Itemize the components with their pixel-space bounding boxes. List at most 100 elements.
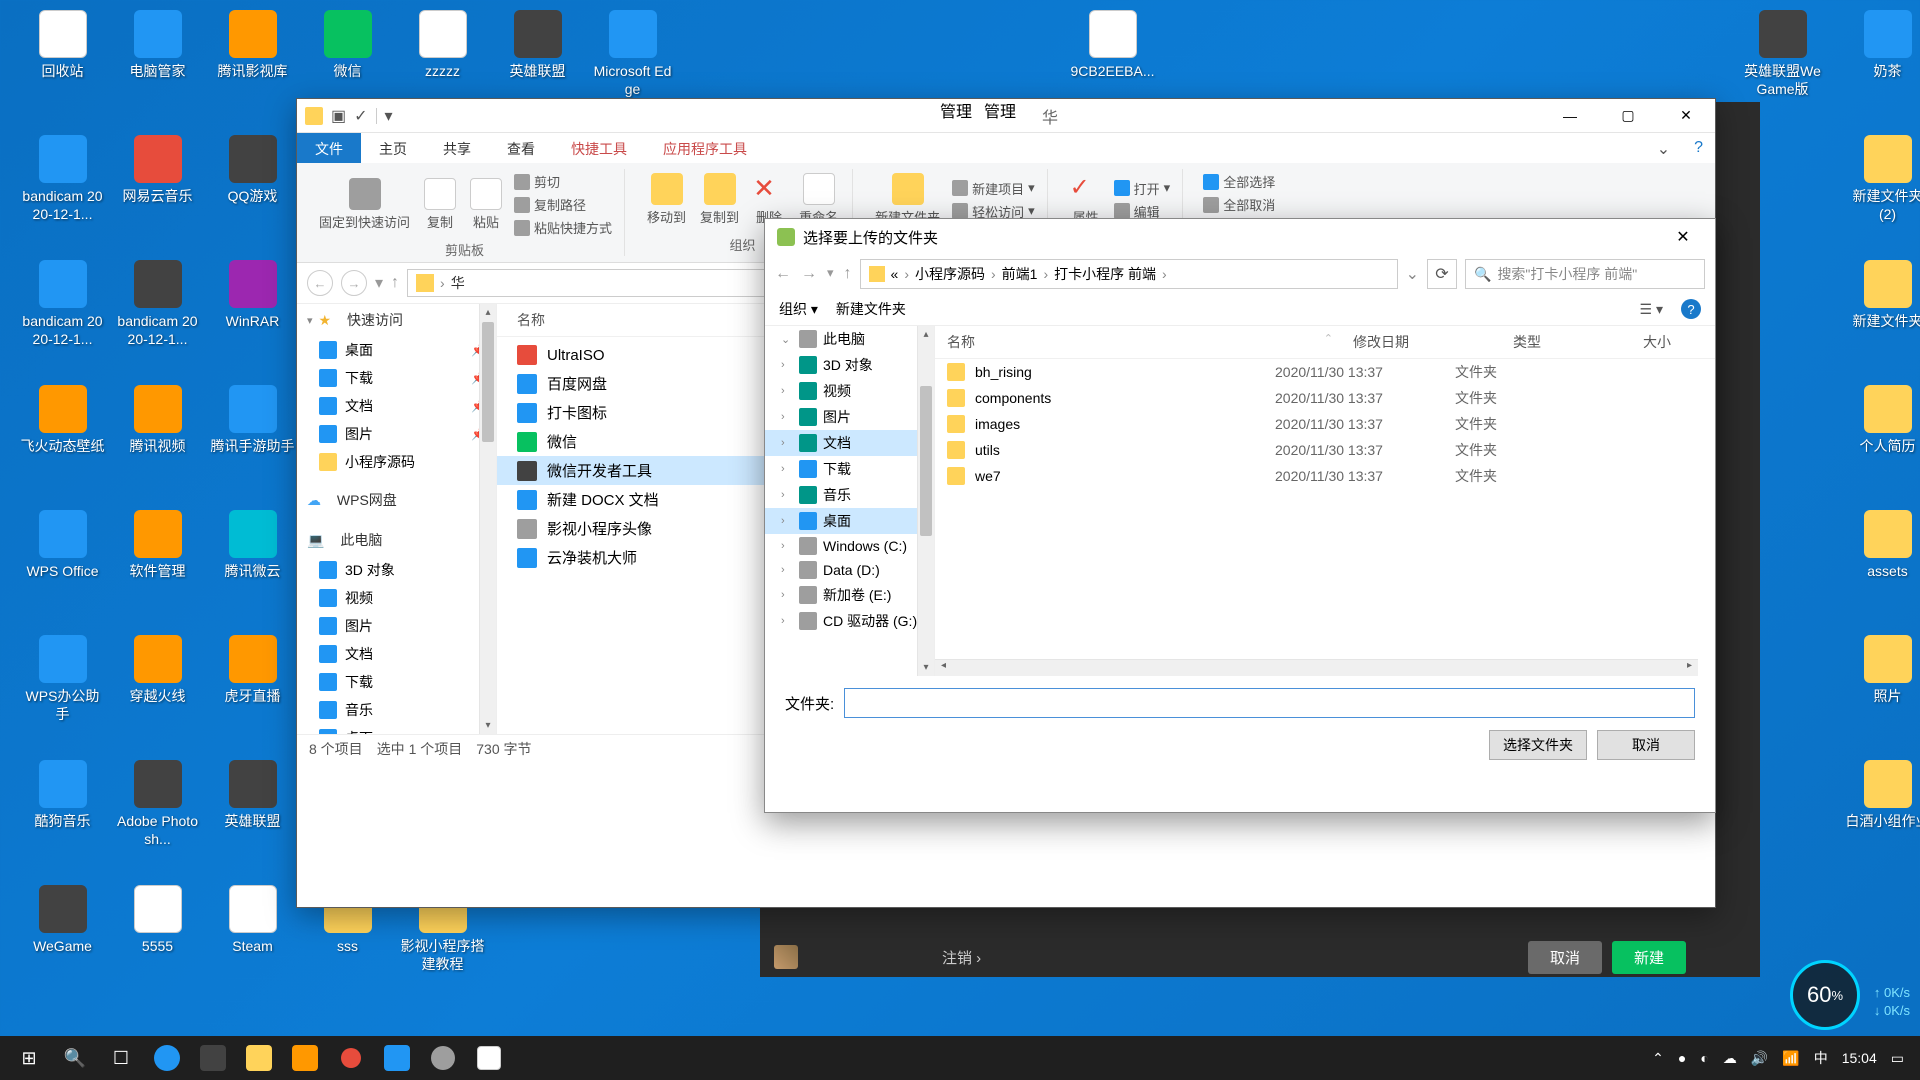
qat-pin[interactable]: ▣ [331,106,346,126]
open-button[interactable]: 打开 ▾ [1112,178,1173,199]
nav-item[interactable]: 下载📌 [297,364,496,392]
table-row[interactable]: components2020/11/30 13:37文件夹 [935,385,1715,411]
organize-button[interactable]: 组织 ▾ [779,299,818,319]
tab-file[interactable]: 文件 [297,133,361,163]
table-row[interactable]: bh_rising2020/11/30 13:37文件夹 [935,359,1715,385]
copy-to-button[interactable]: 复制到 [696,171,743,228]
tree-scrollbar[interactable]: ▴▾ [917,326,934,676]
col-name[interactable]: 名称 [517,310,545,330]
nav-item[interactable]: 桌面📌 [297,336,496,364]
desktop-icon[interactable]: 飞火动态壁纸 [20,385,105,455]
perf-widget[interactable]: 60% [1790,960,1860,1030]
nav-item[interactable]: 文档📌 [297,392,496,420]
nav-item[interactable]: 小程序源码 [297,448,496,476]
nav-scrollbar[interactable]: ▴▾ [479,304,496,734]
crumb-seg[interactable]: 小程序源码 [915,264,985,284]
close-button[interactable]: ✕ [1657,99,1715,133]
copy-path-button[interactable]: 复制路径 [512,194,614,215]
tree-item[interactable]: ›桌面 [765,508,934,534]
desktop-icon[interactable]: WeGame [20,885,105,955]
tab-view[interactable]: 查看 [489,133,553,163]
help-icon[interactable]: ? [1682,133,1715,163]
paste-button[interactable]: 粘贴 [466,176,506,233]
qat-dropdown[interactable]: ▾ [385,106,393,126]
taskbar-app4[interactable] [282,1036,328,1080]
taskbar-ps[interactable] [190,1036,236,1080]
tree-item[interactable]: ›新加卷 (E:) [765,582,934,608]
tree-item[interactable]: ›Windows (C:) [765,534,934,558]
taskbar-app7[interactable] [420,1036,466,1080]
task-view-button[interactable]: ☐ [98,1036,144,1080]
tree-item[interactable]: ›下载 [765,456,934,482]
tree-item[interactable]: ›3D 对象 [765,352,934,378]
desktop-icon[interactable]: 照片 [1845,635,1920,705]
nav-item[interactable]: 图片 [297,612,496,640]
tray-ime[interactable]: 中 [1814,1048,1828,1068]
picker-back-button[interactable]: ← [775,265,791,283]
move-to-button[interactable]: 移动到 [643,171,690,228]
tree-item[interactable]: ›Data (D:) [765,558,934,582]
ide-cancel-button[interactable]: 取消 [1528,941,1602,974]
paste-shortcut-button[interactable]: 粘贴快捷方式 [512,217,614,238]
nav-item[interactable]: 3D 对象 [297,556,496,584]
picker-cancel-button[interactable]: 取消 [1597,730,1695,760]
tree-item[interactable]: ›音乐 [765,482,934,508]
desktop-icon[interactable]: 英雄联盟 [210,760,295,830]
select-all-button[interactable]: 全部选择 [1201,171,1277,192]
qat-check[interactable]: ✓ [354,106,367,126]
picker-up-button[interactable]: ↑ [844,265,852,283]
tray-clock[interactable]: 15:04 [1842,1050,1877,1066]
pcol-date[interactable]: 修改日期 [1333,332,1513,352]
table-row[interactable]: utils2020/11/30 13:37文件夹 [935,437,1715,463]
desktop-icon[interactable]: 腾讯手游助手 [210,385,295,455]
desktop-icon[interactable]: 奶茶 [1845,10,1920,80]
desktop-icon[interactable]: 腾讯视频 [115,385,200,455]
desktop-icon[interactable]: WPS Office [20,510,105,580]
tab-shortcut-tools[interactable]: 快捷工具 [553,133,645,163]
crumb-seg[interactable]: 前端1 [1002,264,1038,284]
nav-back-button[interactable]: ← [307,270,333,296]
tray-wifi-icon[interactable]: 📶 [1782,1050,1799,1067]
crumb-seg[interactable]: « [891,266,899,282]
desktop-icon[interactable]: WPS办公助手 [20,635,105,723]
new-folder-toolbar-button[interactable]: 新建文件夹 [836,299,906,319]
table-row[interactable]: we72020/11/30 13:37文件夹 [935,463,1715,489]
crumb-current[interactable]: 华 [451,273,465,293]
desktop-icon[interactable]: 穿越火线 [115,635,200,705]
pcol-name[interactable]: 名称 [947,332,1267,352]
taskbar-explorer[interactable] [236,1036,282,1080]
pcol-size[interactable]: 大小 [1643,332,1703,352]
desktop-icon[interactable]: zzzzz [400,10,485,80]
select-folder-button[interactable]: 选择文件夹 [1489,730,1587,760]
maximize-button[interactable]: ▢ [1599,99,1657,133]
taskbar-wps[interactable] [374,1036,420,1080]
desktop-icon[interactable]: 网易云音乐 [115,135,200,205]
new-item-button[interactable]: 新建项目 ▾ [950,178,1037,199]
picker-forward-button[interactable]: → [801,265,817,283]
mgmt-tab-2[interactable]: 管理 [984,98,1016,134]
desktop-icon[interactable]: 软件管理 [115,510,200,580]
copy-button[interactable]: 复制 [420,176,460,233]
nav-item[interactable]: 下载 [297,668,496,696]
picker-help-icon[interactable]: ? [1681,299,1701,319]
tray-app-1[interactable]: ● [1678,1050,1686,1066]
tab-home[interactable]: 主页 [361,133,425,163]
desktop-icon[interactable]: QQ游戏 [210,135,295,205]
logout-link[interactable]: 注销 › [942,947,981,968]
desktop-icon[interactable]: bandicam 2020-12-1... [115,260,200,348]
desktop-icon[interactable]: bandicam 2020-12-1... [20,135,105,223]
view-options-button[interactable]: ☰ ▾ [1640,301,1663,318]
tray-app-2[interactable]: ◐ [1700,1050,1708,1066]
desktop-icon[interactable]: 白酒小组作业 [1845,760,1920,830]
desktop-icon[interactable]: bandicam 2020-12-1... [20,260,105,348]
crumb-seg[interactable]: 打卡小程序 前端 [1054,264,1156,284]
search-button[interactable]: 🔍 [52,1036,98,1080]
avatar[interactable] [774,945,798,969]
ide-new-button[interactable]: 新建 [1612,941,1686,974]
tray-volume-icon[interactable]: 🔊 [1751,1050,1768,1067]
pcol-type[interactable]: 类型 [1513,332,1643,352]
nav-item[interactable]: 桌面 [297,724,496,734]
desktop-icon[interactable]: 回收站 [20,10,105,80]
minimize-button[interactable]: — [1541,99,1599,133]
desktop-icon[interactable]: 酷狗音乐 [20,760,105,830]
